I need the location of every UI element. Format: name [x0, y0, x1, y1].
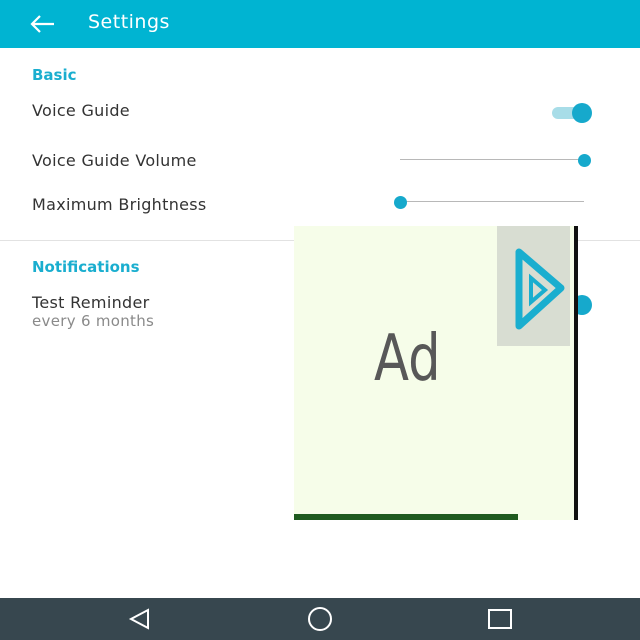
system-nav-bar [0, 598, 640, 640]
slider-track [400, 201, 584, 202]
toggle-thumb [572, 103, 592, 123]
circle-home-icon [308, 607, 332, 631]
voice-guide-volume-label: Voice Guide Volume [32, 151, 197, 170]
back-button[interactable] [28, 12, 60, 36]
slider-thumb[interactable] [394, 196, 407, 209]
voice-guide-volume-slider[interactable] [400, 153, 591, 167]
test-reminder-label: Test Reminder [32, 293, 150, 312]
slider-thumb[interactable] [578, 154, 591, 167]
square-recents-icon [488, 609, 512, 629]
slider-track [400, 159, 584, 160]
ad-edge [574, 226, 578, 520]
app-bar: Settings [0, 0, 640, 48]
maximum-brightness-label: Maximum Brightness [32, 195, 207, 214]
arrow-left-icon [30, 15, 54, 33]
test-reminder-subtitle: every 6 months [32, 312, 155, 330]
page-title: Settings [88, 11, 170, 33]
nav-back-button[interactable] [126, 606, 154, 632]
voice-guide-label: Voice Guide [32, 101, 130, 120]
ad-bottom-bar [294, 514, 518, 520]
ad-choices-button[interactable] [497, 226, 570, 346]
nav-home-button[interactable] [306, 606, 334, 632]
adchoices-play-icon [515, 248, 565, 330]
ad-banner[interactable]: Ad [294, 226, 578, 520]
nav-recents-button[interactable] [486, 606, 514, 632]
section-header-notifications: Notifications [32, 258, 140, 276]
section-header-basic: Basic [32, 66, 77, 84]
voice-guide-toggle[interactable] [552, 103, 594, 123]
ad-label: Ad [374, 322, 441, 396]
triangle-back-icon [128, 608, 149, 630]
maximum-brightness-slider[interactable] [394, 195, 584, 209]
